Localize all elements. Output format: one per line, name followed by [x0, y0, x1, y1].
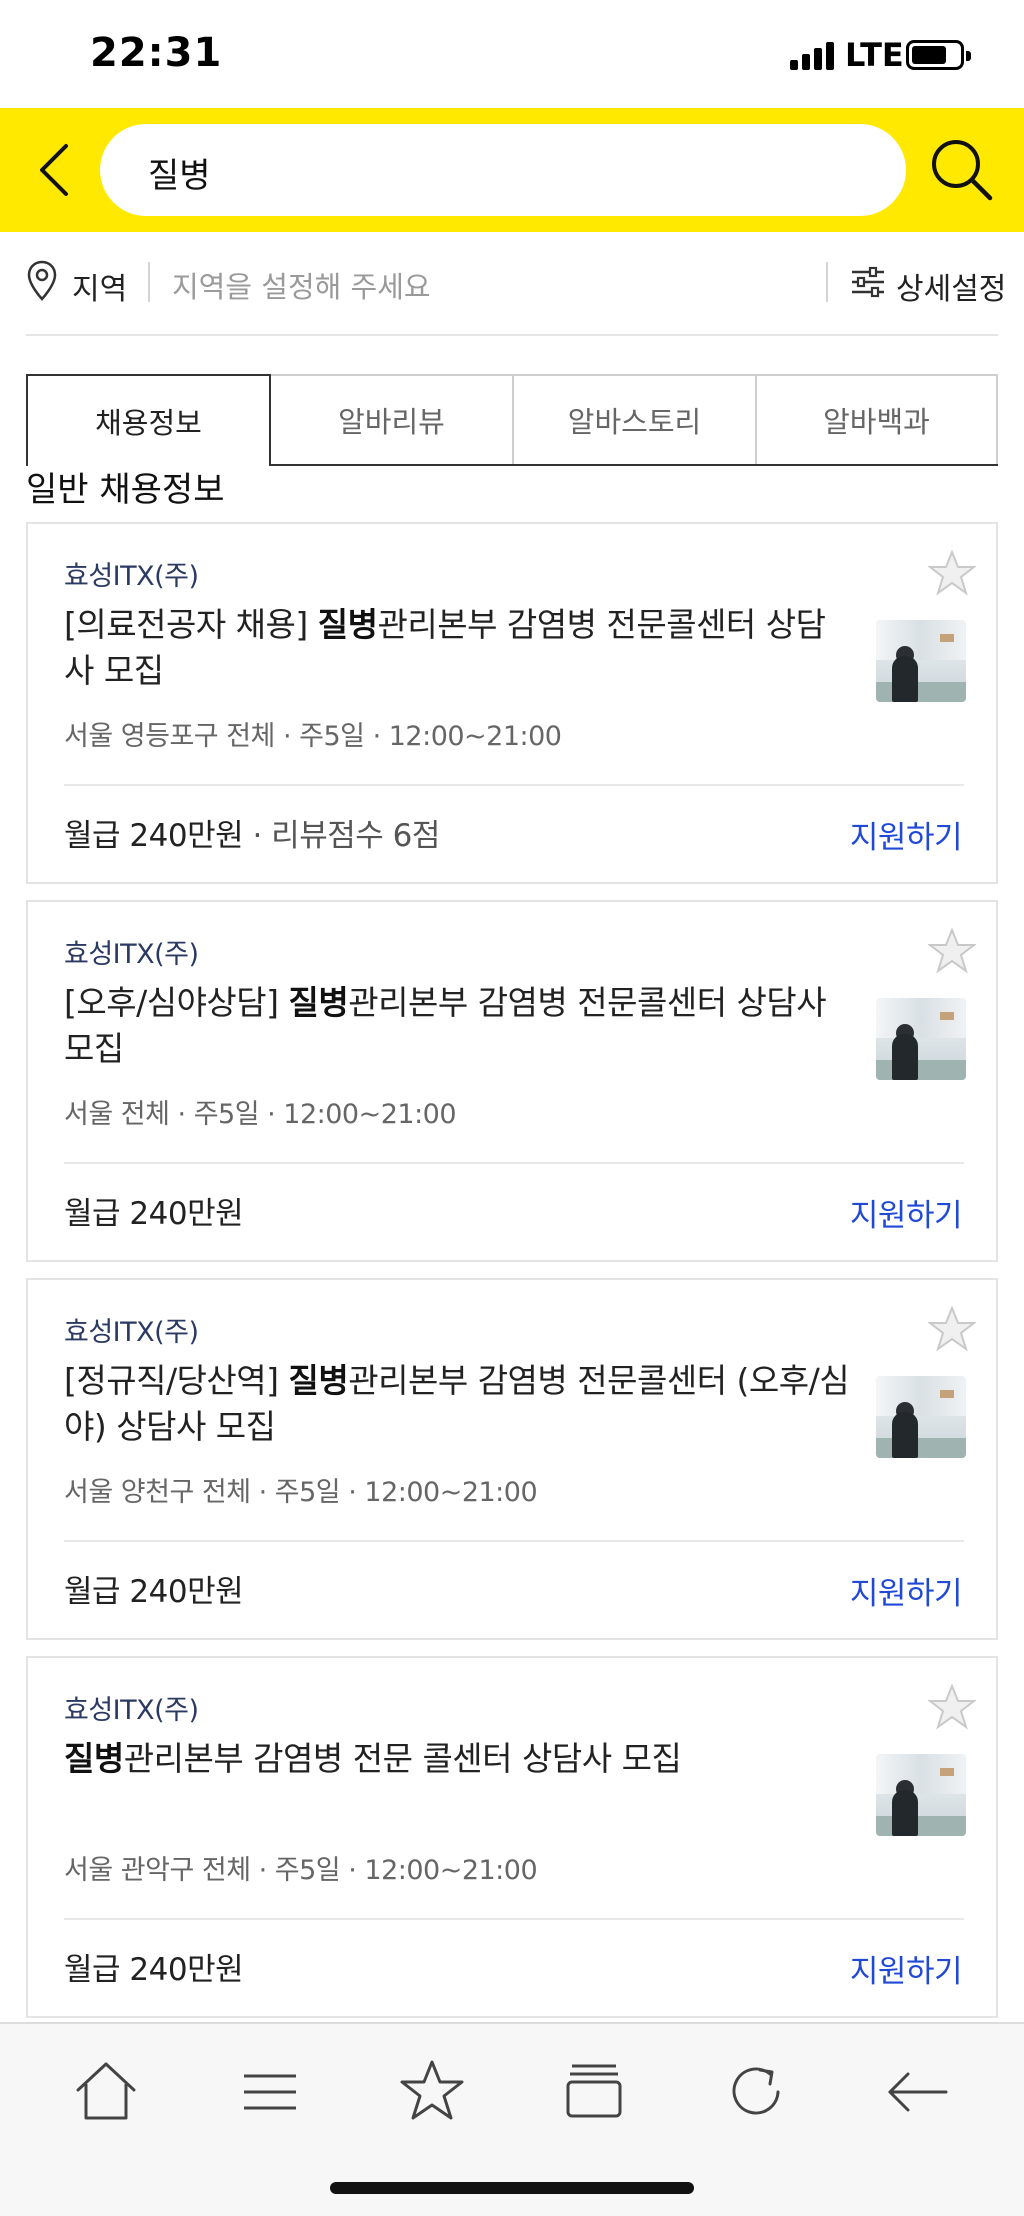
company-name: 효성ITX(주)	[64, 1695, 199, 1726]
chevron-left-icon	[40, 144, 68, 196]
review-score: · 리뷰점수 6점	[243, 818, 440, 854]
tab-underline	[269, 464, 998, 466]
divider	[26, 334, 998, 336]
job-thumbnail	[876, 1376, 966, 1458]
salary-value: 월급 240만원	[64, 1196, 244, 1232]
apply-button[interactable]: 지원하기	[850, 1946, 963, 1991]
job-thumbnail	[876, 998, 966, 1080]
divider	[826, 262, 828, 302]
title-keyword: 질병	[288, 1361, 349, 1400]
apply-button[interactable]: 지원하기	[850, 812, 963, 857]
tab-bar: 채용정보 알바리뷰 알바스토리 알바백과	[26, 374, 998, 466]
apply-button[interactable]: 지원하기	[850, 1190, 963, 1235]
job-thumbnail	[876, 1754, 966, 1836]
region-filter-row: 지역 지역을 설정해 주세요 상세설정	[0, 232, 1024, 336]
salary: 월급 240만원 · 리뷰점수 6점	[64, 810, 440, 855]
status-bar: 22:31 LTE	[0, 0, 1024, 108]
search-button[interactable]	[924, 132, 1000, 208]
tab-jobs[interactable]: 채용정보	[26, 374, 271, 466]
detail-settings-button[interactable]: 상세설정	[896, 264, 1006, 308]
company-name: 효성ITX(주)	[64, 561, 199, 592]
job-title[interactable]: [정규직/당산역] 질병관리본부 감염병 전문콜센터 (오후/심야) 상담사 모…	[64, 1358, 854, 1450]
divider	[64, 1540, 964, 1542]
title-rest: 관리본부 감염병 전문 콜센터 상담사 모집	[123, 1739, 682, 1778]
status-time: 22:31	[90, 30, 223, 76]
search-icon	[932, 140, 993, 201]
signal-icon	[790, 40, 836, 70]
back-arrow-icon[interactable]	[882, 2056, 954, 2126]
salary: 월급 240만원	[64, 1566, 244, 1611]
browser-toolbar	[0, 2022, 1024, 2216]
apply-button[interactable]: 지원하기	[850, 1568, 963, 1613]
region-label[interactable]: 지역	[72, 264, 127, 308]
reload-icon[interactable]	[720, 2056, 792, 2126]
job-meta: 서울 영등포구 전체 · 주5일 · 12:00~21:00	[64, 721, 562, 752]
job-title[interactable]: [오후/심야상담] 질병관리본부 감염병 전문콜센터 상담사 모집	[64, 980, 854, 1072]
job-listing-card[interactable]: 효성ITX(주) [정규직/당산역] 질병관리본부 감염병 전문콜센터 (오후/…	[26, 1278, 998, 1640]
bookmark-star-icon[interactable]	[396, 2056, 468, 2126]
tab-encyclopedia[interactable]: 알바백과	[757, 374, 998, 466]
region-select[interactable]: 지역을 설정해 주세요	[172, 264, 431, 306]
star-icon[interactable]	[928, 1684, 976, 1730]
back-button[interactable]	[22, 134, 94, 206]
salary: 월급 240만원	[64, 1188, 244, 1233]
salary-value: 월급 240만원	[64, 1574, 244, 1610]
job-meta: 서울 관악구 전체 · 주5일 · 12:00~21:00	[64, 1855, 538, 1886]
title-prefix: [오후/심야상담]	[64, 983, 289, 1022]
title-keyword: 질병	[317, 605, 378, 644]
salary: 월급 240만원	[64, 1944, 244, 1989]
title-prefix: [의료전공자 채용]	[64, 605, 318, 644]
company-name: 효성ITX(주)	[64, 1317, 199, 1348]
network-label: LTE	[845, 36, 904, 74]
title-keyword: 질병	[288, 983, 349, 1022]
tab-stories[interactable]: 알바스토리	[514, 374, 757, 466]
job-title[interactable]: 질병관리본부 감염병 전문 콜센터 상담사 모집	[64, 1736, 854, 1782]
job-listing-card[interactable]: 효성ITX(주) [오후/심야상담] 질병관리본부 감염병 전문콜센터 상담사 …	[26, 900, 998, 1262]
job-title[interactable]: [의료전공자 채용] 질병관리본부 감염병 전문콜센터 상담사 모집	[64, 602, 854, 694]
divider	[64, 1918, 964, 1920]
home-indicator[interactable]	[330, 2182, 694, 2194]
search-input[interactable]: 질병	[100, 124, 906, 216]
home-icon[interactable]	[70, 2056, 142, 2126]
menu-icon[interactable]	[234, 2056, 306, 2126]
divider	[64, 1162, 964, 1164]
search-query: 질병	[148, 156, 211, 196]
job-listing-card[interactable]: 효성ITX(주) 질병관리본부 감염병 전문 콜센터 상담사 모집 서울 관악구…	[26, 1656, 998, 2018]
salary-value: 월급 240만원	[64, 818, 244, 854]
filter-sliders-icon[interactable]	[850, 266, 886, 298]
divider	[148, 262, 150, 302]
tabs-icon[interactable]	[558, 2056, 630, 2126]
job-meta: 서울 전체 · 주5일 · 12:00~21:00	[64, 1099, 457, 1130]
star-icon[interactable]	[928, 550, 976, 596]
job-thumbnail	[876, 620, 966, 702]
title-keyword: 질병	[64, 1739, 124, 1778]
star-icon[interactable]	[928, 928, 976, 974]
job-meta: 서울 양천구 전체 · 주5일 · 12:00~21:00	[64, 1477, 538, 1508]
search-header: 질병	[0, 108, 1024, 232]
job-listing-card[interactable]: 효성ITX(주) [의료전공자 채용] 질병관리본부 감염병 전문콜센터 상담사…	[26, 522, 998, 884]
salary-value: 월급 240만원	[64, 1952, 244, 1988]
divider	[64, 784, 964, 786]
star-icon[interactable]	[928, 1306, 976, 1352]
company-name: 효성ITX(주)	[64, 939, 199, 970]
location-pin-icon	[27, 260, 57, 301]
battery-icon	[906, 40, 971, 70]
section-title: 일반 채용정보	[26, 470, 225, 510]
tab-reviews[interactable]: 알바리뷰	[271, 374, 514, 466]
title-prefix: [정규직/당산역]	[64, 1361, 289, 1400]
